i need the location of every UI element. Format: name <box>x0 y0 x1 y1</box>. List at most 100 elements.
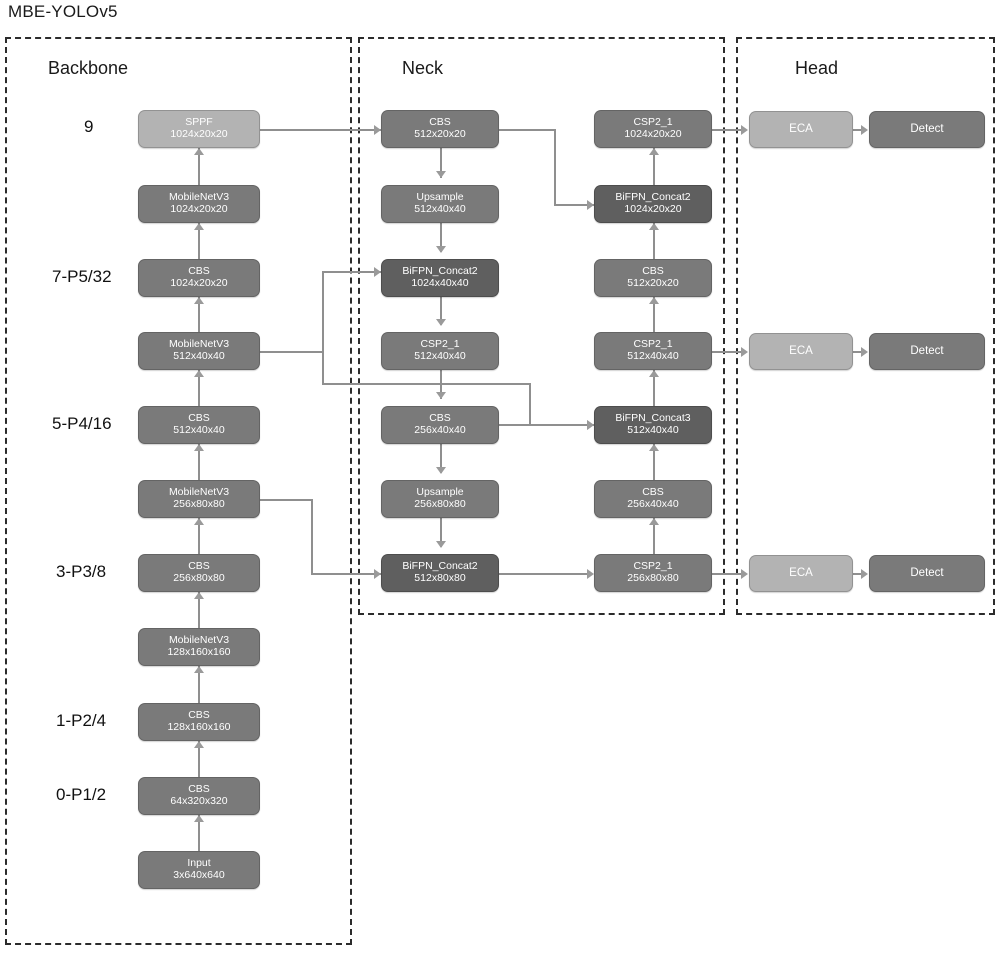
node-dimension: 512x40x40 <box>414 203 466 215</box>
node-detect3[interactable]: Detect <box>869 555 985 592</box>
node-cbs_512[interactable]: CBS 512x40x40 <box>138 406 260 444</box>
node-n_cbs_512_20[interactable]: CBS 512x20x20 <box>381 110 499 148</box>
connector-line <box>311 499 313 573</box>
node-dimension: 512x40x40 <box>627 350 679 362</box>
node-n_up_512[interactable]: Upsample 512x40x40 <box>381 185 499 223</box>
arrow-head-down <box>436 171 446 178</box>
node-cbs_128[interactable]: CBS 128x160x160 <box>138 703 260 741</box>
connector-line <box>322 271 381 273</box>
arrow-head-up <box>649 297 659 304</box>
arrow-head-up <box>649 148 659 155</box>
node-label: ECA <box>789 123 813 136</box>
node-n_bifpn2_512[interactable]: BiFPN_Concat2 512x80x80 <box>381 554 499 592</box>
arrow-head-right <box>587 420 594 430</box>
node-dimension: 512x40x40 <box>414 350 466 362</box>
arrow-head-up <box>649 444 659 451</box>
arrow-head-up <box>194 815 204 822</box>
node-dimension: 256x80x80 <box>414 498 466 510</box>
connector-line <box>311 573 381 575</box>
node-dimension: 256x40x40 <box>627 498 679 510</box>
arrow-head-up <box>194 223 204 230</box>
node-mnv3_128[interactable]: MobileNetV3 128x160x160 <box>138 628 260 666</box>
arrow-head-down <box>436 541 446 548</box>
stage-label: 1-P2/4 <box>56 711 107 730</box>
arrow-head-right <box>861 569 868 579</box>
arrow-head-down <box>436 392 446 399</box>
node-dimension: 1024x20x20 <box>624 203 682 215</box>
arrow-head-up <box>649 518 659 525</box>
connector-line <box>529 383 531 425</box>
node-eca1[interactable]: ECA <box>749 111 853 148</box>
node-cbs_1024[interactable]: CBS 1024x20x20 <box>138 259 260 297</box>
arrow-head-down <box>436 319 446 326</box>
node-dimension: 256x80x80 <box>173 498 225 510</box>
node-r_cbs_256[interactable]: CBS 256x40x40 <box>594 480 712 518</box>
node-r_bifpn3_512[interactable]: BiFPN_Concat3 512x40x40 <box>594 406 712 444</box>
group-title-head: Head <box>795 58 839 78</box>
arrow-head-right <box>374 569 381 579</box>
node-dimension: 256x40x40 <box>414 424 466 436</box>
arrow-head-down <box>436 467 446 474</box>
node-dimension: 512x20x20 <box>414 128 466 140</box>
node-cbs_256[interactable]: CBS 256x80x80 <box>138 554 260 592</box>
node-dimension: 512x40x40 <box>627 424 679 436</box>
node-dimension: 512x40x40 <box>173 424 225 436</box>
arrow-head-right <box>374 125 381 135</box>
arrow-head-up <box>194 518 204 525</box>
connector-line <box>499 129 556 131</box>
node-eca3[interactable]: ECA <box>749 555 853 592</box>
arrow-head-up <box>649 223 659 230</box>
arrow-head-up <box>194 666 204 673</box>
arrow-head-up <box>194 444 204 451</box>
node-dimension: 64x320x320 <box>170 795 228 807</box>
connector-line <box>260 351 323 353</box>
arrow-head-up <box>194 592 204 599</box>
node-dimension: 1024x20x20 <box>624 128 682 140</box>
node-label: Detect <box>910 567 944 580</box>
stage-label: 9 <box>84 117 94 136</box>
connector-line <box>322 383 530 385</box>
node-dimension: 1024x20x20 <box>170 128 228 140</box>
node-cbs_64[interactable]: CBS 64x320x320 <box>138 777 260 815</box>
arrow-head-up <box>194 741 204 748</box>
node-dimension: 3x640x640 <box>173 869 225 881</box>
arrow-head-down <box>436 246 446 253</box>
node-n_bifpn2_1024[interactable]: BiFPN_Concat2 1024x40x40 <box>381 259 499 297</box>
node-n_csp_512_40[interactable]: CSP2_1 512x40x40 <box>381 332 499 370</box>
node-dimension: 512x20x20 <box>627 277 679 289</box>
arrow-head-right <box>741 347 748 357</box>
node-detect2[interactable]: Detect <box>869 333 985 370</box>
node-label: Detect <box>910 345 944 358</box>
arrow-head-right <box>741 569 748 579</box>
stage-label: 7-P5/32 <box>52 267 112 286</box>
group-title-backbone: Backbone <box>48 58 129 78</box>
node-dimension: 1024x20x20 <box>170 203 228 215</box>
node-detect1[interactable]: Detect <box>869 111 985 148</box>
node-r_csp_256[interactable]: CSP2_1 256x80x80 <box>594 554 712 592</box>
node-label: ECA <box>789 345 813 358</box>
arrow-head-up <box>194 148 204 155</box>
arrow-head-up <box>649 370 659 377</box>
connector-line <box>499 573 587 575</box>
node-mnv3_1024[interactable]: MobileNetV3 1024x20x20 <box>138 185 260 223</box>
node-dimension: 1024x40x40 <box>411 277 469 289</box>
arrow-head-right <box>587 200 594 210</box>
node-r_cbs_512[interactable]: CBS 512x20x20 <box>594 259 712 297</box>
node-mnv3_256[interactable]: MobileNetV3 256x80x80 <box>138 480 260 518</box>
node-r_csp_1024[interactable]: CSP2_1 1024x20x20 <box>594 110 712 148</box>
node-r_bifpn2_1024[interactable]: BiFPN_Concat2 1024x20x20 <box>594 185 712 223</box>
node-n_up_256[interactable]: Upsample 256x80x80 <box>381 480 499 518</box>
node-n_cbs_256_40[interactable]: CBS 256x40x40 <box>381 406 499 444</box>
node-dimension: 128x160x160 <box>167 646 231 658</box>
node-sppf[interactable]: SPPF 1024x20x20 <box>138 110 260 148</box>
page-title: MBE-YOLOv5 <box>8 2 118 21</box>
node-input[interactable]: Input 3x640x640 <box>138 851 260 889</box>
node-mnv3_512[interactable]: MobileNetV3 512x40x40 <box>138 332 260 370</box>
node-dimension: 512x80x80 <box>414 572 466 584</box>
node-eca2[interactable]: ECA <box>749 333 853 370</box>
node-r_csp_512[interactable]: CSP2_1 512x40x40 <box>594 332 712 370</box>
arrow-head-right <box>861 347 868 357</box>
arrow-head-right <box>374 267 381 277</box>
node-dimension: 256x80x80 <box>627 572 679 584</box>
node-dimension: 1024x20x20 <box>170 277 228 289</box>
